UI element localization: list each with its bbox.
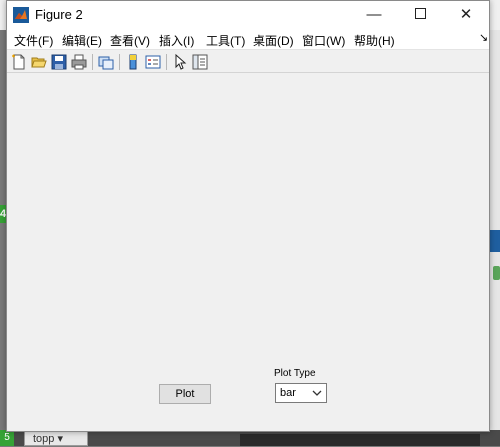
menu-file[interactable]: 文件(F) [14,32,53,49]
plot-button[interactable]: Plot [159,384,211,404]
plot-type-label: Plot Type [274,368,316,379]
background-blue-bar [490,230,500,252]
property-inspector-icon[interactable] [191,53,209,71]
menu-bar: 文件(F) 编辑(E) 查看(V) 插入(I) 工具(T) 桌面(D) 窗口(W… [7,29,489,49]
close-button[interactable]: ✕ [443,1,489,29]
link-figure-icon[interactable] [97,53,115,71]
colorbar-icon[interactable] [124,53,142,71]
background-dark-region [240,434,480,446]
title-bar[interactable]: Figure 2 — ✕ [7,1,489,29]
menu-overflow-icon[interactable]: ↘ [479,31,488,44]
toolbar-separator [92,54,93,70]
background-bottom-marker: 5 [0,430,14,446]
menu-tools[interactable]: 工具(T) [206,32,245,49]
toolbar-separator [119,54,120,70]
plot-type-value: bar [280,387,296,399]
open-file-icon[interactable] [30,53,48,71]
figure-window: Figure 2 — ✕ 文件(F) 编辑(E) 查看(V) 插入(I) 工具(… [6,0,490,432]
plot-type-dropdown[interactable]: bar [275,383,327,403]
legend-icon[interactable] [144,53,162,71]
menu-edit[interactable]: 编辑(E) [62,32,102,49]
chevron-down-icon [312,390,322,396]
menu-insert[interactable]: 插入(I) [159,32,194,49]
background-green-button [493,266,500,280]
matlab-logo-icon [13,7,29,23]
menu-window[interactable]: 窗口(W) [302,32,345,49]
toolbar-separator [166,54,167,70]
background-app-right-edge [490,30,500,446]
window-title: Figure 2 [35,7,83,22]
minimize-icon: — [366,6,382,23]
menu-help[interactable]: 帮助(H) [354,32,395,49]
background-bottom-bar: 5 topp ▾ [0,430,500,446]
minimize-button[interactable]: — [351,1,397,29]
figure-toolbar [7,49,489,73]
maximize-button[interactable] [397,1,443,29]
maximize-icon [414,8,426,20]
save-icon[interactable] [50,53,68,71]
menu-desktop[interactable]: 桌面(D) [253,32,294,49]
edit-plot-icon[interactable] [171,53,189,71]
new-figure-icon[interactable] [10,53,28,71]
close-icon: ✕ [459,6,473,23]
print-icon[interactable] [70,53,88,71]
figure-canvas[interactable]: Plot Plot Type bar [7,73,489,431]
background-tab[interactable]: topp ▾ [24,431,88,446]
menu-view[interactable]: 查看(V) [110,32,150,49]
